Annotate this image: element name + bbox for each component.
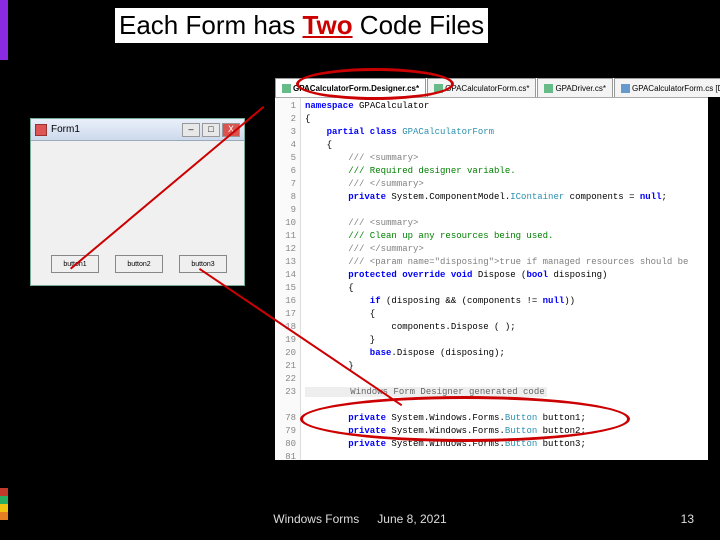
form-titlebar: Form1 – □ X <box>31 119 244 141</box>
tab-driver-cs[interactable]: GPADriver.cs* <box>537 78 613 97</box>
form-button-2[interactable]: button2 <box>115 255 163 273</box>
line-number-gutter: 1234567891011121314151617181920212223787… <box>275 98 301 460</box>
slide-footer: Windows Forms June 8, 2021 <box>0 512 720 526</box>
form-design-icon <box>621 84 630 93</box>
footer-topic: Windows Forms <box>273 512 359 526</box>
title-highlight: Two <box>303 10 353 40</box>
title-post: Code Files <box>353 10 485 40</box>
csharp-icon <box>544 84 553 93</box>
tab-label: GPACalculatorForm.cs* <box>445 84 529 93</box>
csharp-icon <box>282 84 291 93</box>
app-icon <box>35 124 47 136</box>
maximize-button[interactable]: □ <box>202 123 220 137</box>
form-designer-window: Form1 – □ X button1 button2 button3 <box>30 118 245 286</box>
callout-ellipse-tabs <box>296 68 454 100</box>
slide-title: Each Form has Two Code Files <box>115 8 488 43</box>
callout-ellipse-button-declarations <box>300 396 630 442</box>
footer-date: June 8, 2021 <box>377 512 446 526</box>
tab-label: GPACalculatorForm.cs [Design]* <box>632 84 720 93</box>
slide-number: 13 <box>681 512 694 526</box>
title-pre: Each Form has <box>119 10 303 40</box>
minimize-button[interactable]: – <box>182 123 200 137</box>
form-title: Form1 <box>51 124 80 135</box>
tab-design-view[interactable]: GPACalculatorForm.cs [Design]* <box>614 78 720 97</box>
tab-label: GPADriver.cs* <box>555 84 606 93</box>
